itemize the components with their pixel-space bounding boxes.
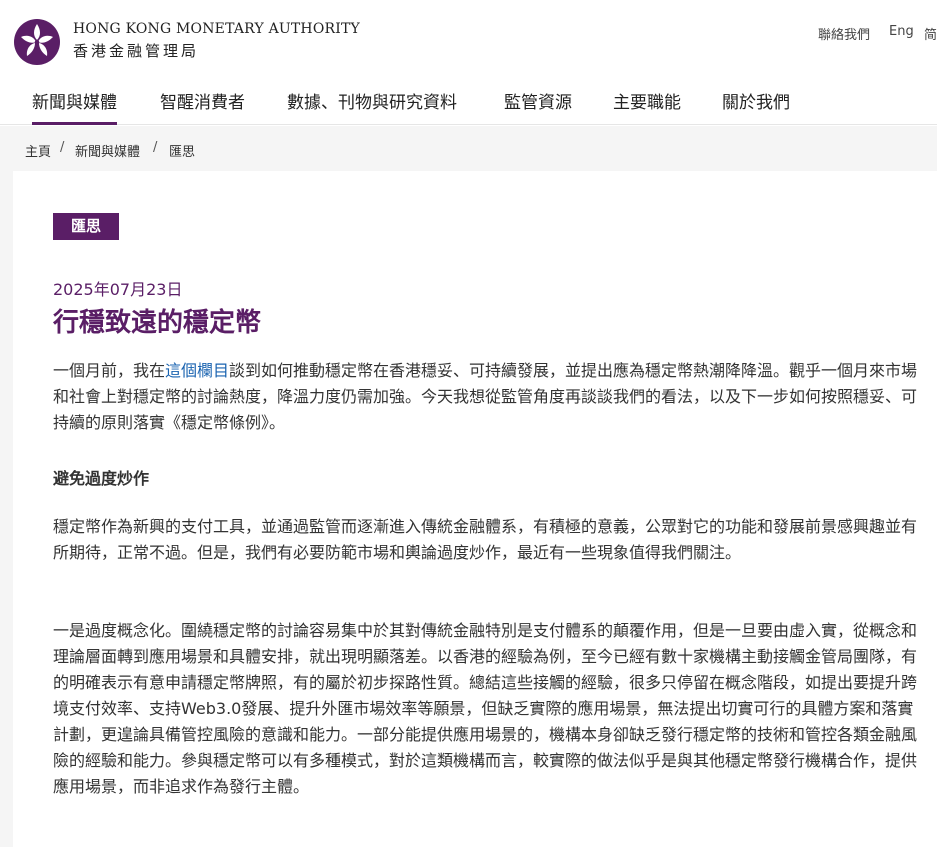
nav-item-key-functions[interactable]: 主要職能	[613, 88, 681, 113]
breadcrumb-separator: /	[60, 140, 65, 155]
article-paragraph-3: 一是過度概念化。圍繞穩定幣的討論容易集中於其對傳統金融特別是支付體系的顛覆作用，…	[53, 621, 918, 796]
nav-item-smart-consumers[interactable]: 智醒消費者	[160, 88, 245, 113]
article-paragraph-1: 一個月前，我在這個欄目談到如何推動穩定幣在香港穩妥、可持續發展，並提出應為穩定幣…	[53, 358, 919, 436]
nav-item-regulatory-resources[interactable]: 監管資源	[504, 88, 572, 113]
article-paragraph-2: 穩定幣作為新興的支付工具，並通過監管而逐漸進入傳統金融體系，有積極的意義，公眾對…	[53, 517, 918, 562]
language-english-link[interactable]: Eng	[889, 24, 914, 39]
article-date: 2025年07月23日	[53, 280, 183, 299]
breadcrumb-news-media[interactable]: 新聞與媒體	[75, 141, 140, 160]
paragraph-text: 一個月前，我在	[53, 361, 166, 380]
breadcrumb-home[interactable]: 主頁	[25, 141, 51, 160]
nav-item-data-publications[interactable]: 數據、刊物與研究資料	[287, 88, 457, 113]
nav-item-about-us[interactable]: 關於我們	[722, 88, 790, 113]
breadcrumb-separator: /	[153, 140, 158, 155]
contact-us-link[interactable]: 聯絡我們	[818, 24, 870, 43]
org-name-chinese: 香港金融管理局	[73, 42, 200, 60]
breadcrumb-current: 匯思	[169, 145, 196, 160]
org-name-english: HONG KONG MONETARY AUTHORITY	[73, 21, 360, 37]
bauhinia-logo-icon[interactable]	[13, 18, 61, 66]
language-simplified-link[interactable]: 简	[924, 24, 937, 43]
column-link[interactable]: 這個欄目	[165, 361, 229, 380]
category-badge: 匯思	[53, 213, 119, 240]
site-header: HONG KONG MONETARY AUTHORITY 香港金融管理局 聯絡我…	[0, 0, 937, 76]
section-heading: 避免過度炒作	[53, 469, 150, 488]
breadcrumb: 主頁 / 新聞與媒體 / 匯思	[0, 126, 937, 171]
main-navigation: 新聞與媒體 智醒消費者 數據、刊物與研究資料 監管資源 主要職能 關於我們	[0, 76, 937, 125]
nav-item-news-media[interactable]: 新聞與媒體	[32, 88, 117, 125]
article-title: 行穩致遠的穩定幣	[53, 308, 262, 338]
